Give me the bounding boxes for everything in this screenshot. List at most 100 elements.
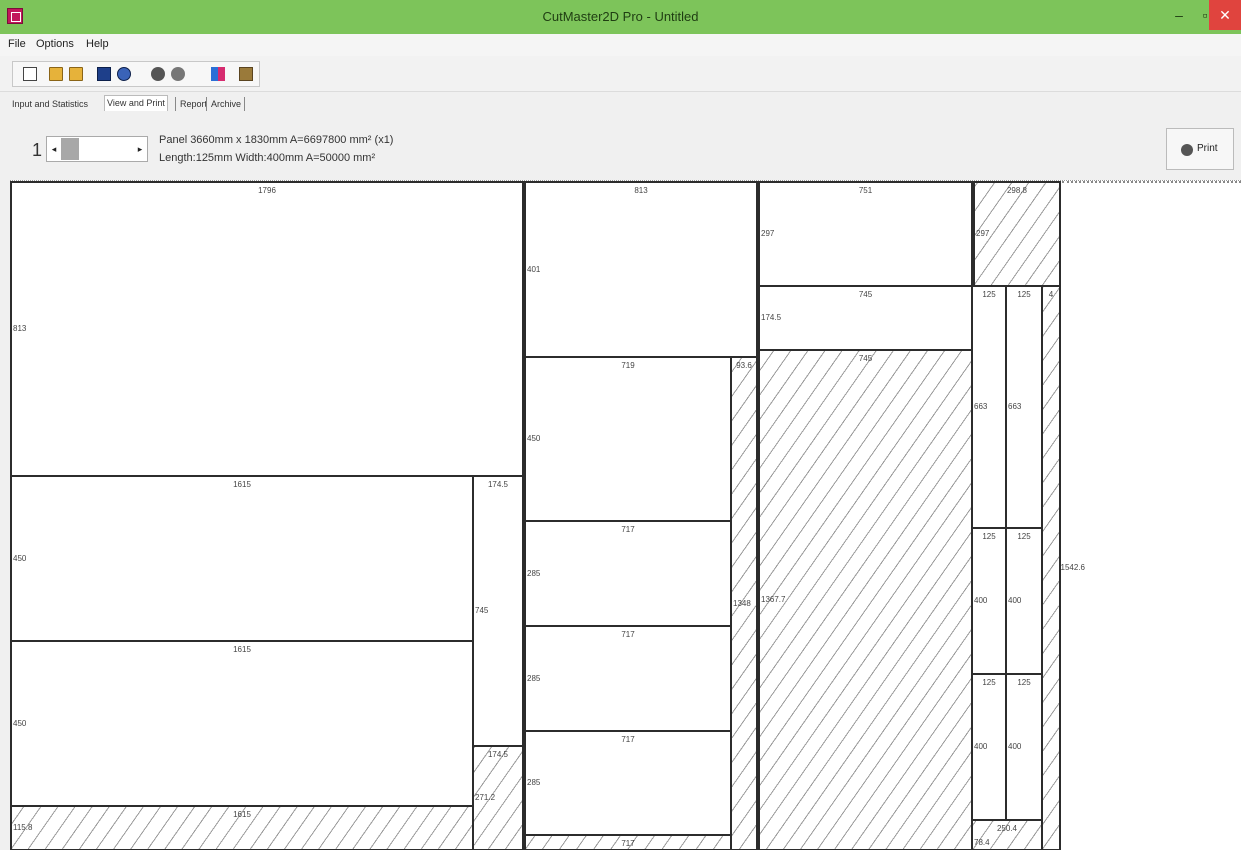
piece-width-label: 298.8	[1006, 186, 1028, 195]
waste-piece[interactable]: 174.5 271.2	[472, 745, 524, 850]
cutting-layout-canvas[interactable]: 1796 813 1615 450 1615 450 1615 115.8 174.5 745 17…	[10, 180, 1241, 850]
panel-spinner[interactable]: ◂ ▸	[46, 136, 148, 162]
piece-height-label: 663	[974, 402, 988, 411]
piece-width-label: 125	[982, 290, 996, 299]
cut-piece[interactable]: 719 450	[524, 356, 732, 522]
cut-piece[interactable]: 751 297	[758, 181, 973, 287]
new-button[interactable]	[21, 65, 39, 83]
cut-piece[interactable]: 813 401	[524, 181, 758, 358]
cut-piece[interactable]: 125 400	[1005, 673, 1043, 821]
tab-report[interactable]: Report	[178, 97, 209, 113]
piece-height-label: 115.8	[13, 823, 33, 832]
waste-piece[interactable]: 93.6 1348	[730, 356, 758, 850]
piece-height-label: 400	[974, 742, 988, 751]
cut-piece[interactable]: 1796 813	[10, 181, 524, 477]
open-folder-icon	[69, 67, 83, 81]
piece-height-label: 400	[974, 596, 988, 605]
tab-archive[interactable]: Archive	[209, 97, 243, 113]
title-bar[interactable]: CutMaster2D Pro - Untitled – ▫ ✕	[0, 0, 1241, 34]
piece-height-label: 745	[475, 606, 489, 615]
colors-button[interactable]	[209, 65, 227, 83]
waste-piece[interactable]: 4 1542.6	[1041, 285, 1085, 850]
close-button[interactable]: ✕	[1209, 0, 1241, 30]
waste-piece[interactable]: 745 1367.7	[758, 349, 973, 850]
menu-help[interactable]: Help	[86, 38, 109, 50]
window-title: CutMaster2D Pro - Untitled	[542, 9, 699, 24]
piece-width-label: 1796	[258, 186, 276, 195]
piece-width-label: 250.4	[996, 824, 1018, 833]
panel-index: 1	[32, 140, 43, 160]
cut-piece[interactable]: 125 400	[1005, 527, 1043, 675]
piece-width-label: 813	[634, 186, 648, 195]
report-button[interactable]	[237, 65, 255, 83]
move-down-button[interactable]	[169, 65, 187, 83]
move-up-icon	[151, 67, 165, 81]
piece-height-label: 271.2	[475, 793, 496, 802]
spinner-right-arrow-icon[interactable]: ▸	[135, 140, 145, 158]
cut-piece[interactable]: 125 663	[971, 285, 1007, 529]
open-button[interactable]	[47, 65, 65, 83]
tab-input-and-statistics[interactable]: Input and Statistics	[10, 97, 90, 113]
save-icon	[97, 67, 111, 81]
piece-height-label: 1348	[733, 598, 751, 608]
toolbar	[0, 56, 1241, 92]
waste-piece[interactable]: 1615 115.8	[10, 805, 474, 850]
tab-view-and-print[interactable]: View and Print	[104, 95, 168, 111]
piece-width-label: 717	[621, 839, 635, 848]
cut-piece[interactable]: 125 400	[971, 527, 1007, 675]
piece-height-label: 174.5	[761, 313, 782, 322]
waste-piece[interactable]: 298.8 297	[973, 181, 1061, 287]
piece-width-label: 745	[858, 290, 873, 299]
print-button[interactable]: Print	[1166, 128, 1234, 170]
cut-piece[interactable]: 1615 450	[10, 640, 474, 807]
piece-height-label: 1367.7	[761, 595, 786, 604]
piece-width-label: 125	[1017, 532, 1031, 541]
piece-height-label: 400	[1008, 742, 1022, 751]
tab-separator	[175, 97, 176, 111]
piece-height-label: 401	[527, 264, 541, 274]
piece-width-label: 1615	[233, 480, 251, 489]
panel-dimensions: Panel 3660mm x 1830mm A=6697800 mm² (x1)	[159, 134, 394, 146]
waste-piece[interactable]: 717	[524, 834, 732, 850]
save-button[interactable]	[95, 65, 113, 83]
menu-bar: File Options Help	[0, 34, 1241, 56]
cut-piece[interactable]: 745 174.5	[758, 285, 973, 351]
menu-file[interactable]: File	[8, 38, 26, 50]
cut-piece[interactable]: 125 663	[1005, 285, 1043, 529]
cut-piece[interactable]: 717 285	[524, 730, 732, 836]
waste-piece[interactable]: 250.4 78.4	[971, 819, 1043, 850]
cut-piece[interactable]: 125 400	[971, 673, 1007, 821]
piece-height-label: 400	[1008, 596, 1022, 605]
piece-width-label: 125	[982, 678, 996, 687]
piece-width-label: 93.6	[736, 361, 752, 370]
piece-width-label: 745	[858, 354, 873, 363]
piece-width-label: 4	[1048, 290, 1054, 299]
tab-bar: Input and Statistics View and Print Repo…	[0, 93, 1241, 115]
toolbar-group	[12, 61, 260, 87]
piece-width-label: 719	[621, 361, 635, 370]
piece-height-label: 1542.6	[1060, 563, 1085, 572]
piece-width-label: 1615	[233, 645, 251, 654]
spinner-thumb[interactable]	[61, 138, 79, 160]
open-recent-button[interactable]	[67, 65, 85, 83]
menu-options[interactable]: Options	[36, 38, 74, 50]
cut-piece[interactable]: 717 285	[524, 520, 732, 627]
piece-height-label: 285	[527, 778, 541, 787]
app-window: CutMaster2D Pro - Untitled – ▫ ✕ File Op…	[0, 0, 1241, 850]
save-as-button[interactable]	[115, 65, 133, 83]
piece-height-label: 450	[13, 718, 27, 728]
cut-piece[interactable]: 1615 450	[10, 475, 474, 642]
move-up-button[interactable]	[149, 65, 167, 83]
piece-width-label: 125	[982, 532, 996, 541]
piece-height-label: 450	[527, 434, 541, 443]
spinner-left-arrow-icon[interactable]: ◂	[49, 140, 59, 158]
piece-width-label: 125	[1017, 678, 1031, 687]
cut-piece[interactable]: 174.5 745	[472, 475, 524, 747]
piece-width-label: 174.5	[487, 480, 509, 489]
move-down-icon	[171, 67, 185, 81]
piece-height-label: 813	[13, 324, 27, 333]
cut-piece[interactable]: 717 285	[524, 625, 732, 732]
piece-width-label: 717	[621, 525, 635, 534]
new-file-icon	[23, 67, 37, 81]
colors-icon	[211, 67, 225, 81]
